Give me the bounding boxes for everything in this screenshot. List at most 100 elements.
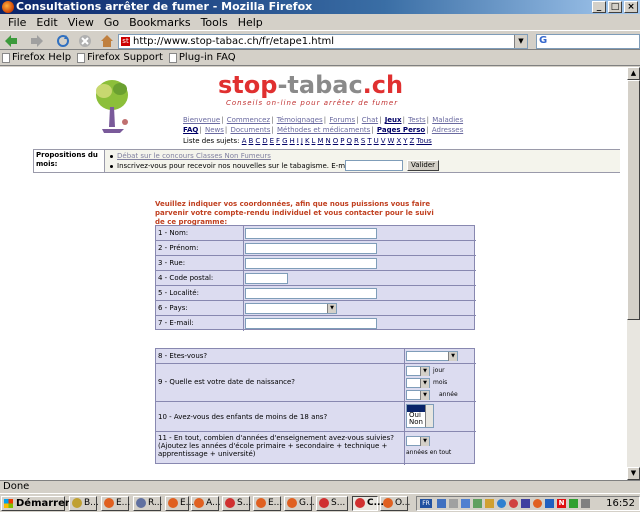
tray-app-icon[interactable] [473,499,482,508]
tray-app-icon[interactable] [569,499,578,508]
localite-input[interactable] [245,288,377,299]
bookmark-firefox-help[interactable]: Firefox Help [2,52,71,63]
bookmark-firefox-support[interactable]: Firefox Support [77,52,163,63]
rue-input[interactable] [245,258,377,269]
letter-link-u[interactable]: U [374,137,379,145]
nom-input[interactable] [245,228,377,239]
listbox-scrollbar[interactable] [425,405,433,427]
menu-view[interactable]: View [63,16,99,29]
menu-file[interactable]: File [3,16,31,29]
menu-help[interactable]: Help [233,16,268,29]
taskbar-task[interactable]: R... [133,496,163,511]
letter-link-v[interactable]: V [381,137,386,145]
letter-link-tous[interactable]: Tous [416,137,431,145]
menu-go[interactable]: Go [99,16,124,29]
scroll-thumb[interactable] [627,80,640,320]
menu-tools[interactable]: Tools [196,16,233,29]
url-bar[interactable]: st http://www.stop-tabac.ch/fr/etape1.ht… [118,34,528,49]
tray-app-icon[interactable] [521,499,530,508]
bookmark-plugin-faq[interactable]: Plug-in FAQ [168,52,236,63]
clock[interactable]: 16:52 [606,497,635,510]
reload-icon[interactable] [56,34,70,48]
tray-app-icon[interactable] [545,499,554,508]
taskbar-task[interactable]: O... [380,496,410,511]
letter-link-y[interactable]: Y [403,137,407,145]
nav-adresses[interactable]: Adresses [432,126,463,134]
newsletter-email-input[interactable] [345,160,403,171]
letter-link-a[interactable]: A [242,137,247,145]
minimize-button[interactable]: _ [592,1,606,13]
taskbar-task[interactable]: G... [284,496,315,511]
tray-app-icon[interactable]: N [557,499,566,508]
mois-select[interactable]: ▼ [406,378,430,388]
tray-app-icon[interactable] [485,499,494,508]
url-dropdown-icon[interactable]: ▼ [514,35,527,48]
letter-link-d[interactable]: D [262,137,267,145]
letter-link-b[interactable]: B [249,137,254,145]
nav-maladies[interactable]: Maladies [432,116,463,124]
letter-link-z[interactable]: Z [410,137,415,145]
letter-link-t[interactable]: T [367,137,371,145]
maximize-button[interactable]: □ [608,1,622,13]
annee-select[interactable]: ▼ [406,390,430,400]
taskbar-task[interactable]: A... [191,496,221,511]
jour-select[interactable]: ▼ [406,366,430,376]
letter-link-j[interactable]: J [301,137,303,145]
letter-link-x[interactable]: X [396,137,401,145]
letter-link-g[interactable]: G [282,137,287,145]
nav-bienvenue[interactable]: Bienvenue [183,116,220,124]
taskbar-task[interactable]: E... [101,496,130,511]
site-logo[interactable]: stop-tabac.ch [218,71,403,99]
stop-icon[interactable] [78,34,92,48]
volume-icon[interactable] [581,499,590,508]
letter-link-e[interactable]: E [270,137,274,145]
valider-button[interactable]: Valider [407,160,439,171]
scroll-down-icon[interactable]: ▼ [627,467,640,480]
letter-link-m[interactable]: M [317,137,323,145]
language-indicator[interactable]: FR [420,499,432,508]
letter-link-n[interactable]: N [325,137,330,145]
home-icon[interactable] [100,34,114,48]
tray-app-icon[interactable] [497,499,506,508]
email-input[interactable] [245,318,377,329]
proposition-link[interactable]: Débat sur le concours Classes Non Fumeur… [110,152,271,160]
enfants-listbox[interactable]: Oui Non [406,404,434,428]
taskbar-task[interactable]: C... [352,496,384,511]
nav-temoignages[interactable]: Témoignages [277,116,323,124]
letter-link-w[interactable]: W [388,137,395,145]
nav-documents[interactable]: Documents [230,126,270,134]
taskbar-task[interactable]: B... [69,496,99,511]
forward-arrow-icon[interactable] [30,34,44,48]
nav-tests[interactable]: Tests [408,116,425,124]
taskbar-task[interactable]: S... [222,496,251,511]
tray-app-icon[interactable] [509,499,518,508]
annees-select[interactable]: ▼ [406,436,430,446]
scroll-up-icon[interactable]: ▲ [627,67,640,80]
pays-select[interactable]: ▼ [245,303,337,314]
start-button[interactable]: Démarrer [1,496,70,511]
letter-link-o[interactable]: O [333,137,339,145]
etes-vous-select[interactable]: ▼ [406,351,458,361]
letter-link-c[interactable]: C [255,137,260,145]
nav-forums[interactable]: Forums [329,116,355,124]
close-button[interactable]: × [624,1,638,13]
nav-faq[interactable]: FAQ [183,126,198,134]
code-postal-input[interactable] [245,273,288,284]
menu-bookmarks[interactable]: Bookmarks [124,16,195,29]
back-arrow-icon[interactable] [4,34,18,48]
nav-news[interactable]: News [205,126,224,134]
nav-chat[interactable]: Chat [362,116,378,124]
page-scrollbar[interactable]: ▲ ▼ [627,67,640,480]
letter-link-s[interactable]: S [361,137,365,145]
search-bar[interactable]: G [536,34,640,49]
letter-link-k[interactable]: K [305,137,310,145]
nav-jeux[interactable]: Jeux [385,116,402,124]
nav-methodes[interactable]: Méthodes et médicaments [277,126,370,134]
letter-link-r[interactable]: R [354,137,359,145]
network-icon[interactable] [437,499,446,508]
letter-link-f[interactable]: F [276,137,280,145]
letter-link-i[interactable]: I [297,137,299,145]
prenom-input[interactable] [245,243,377,254]
menu-edit[interactable]: Edit [31,16,62,29]
letter-link-h[interactable]: H [290,137,295,145]
